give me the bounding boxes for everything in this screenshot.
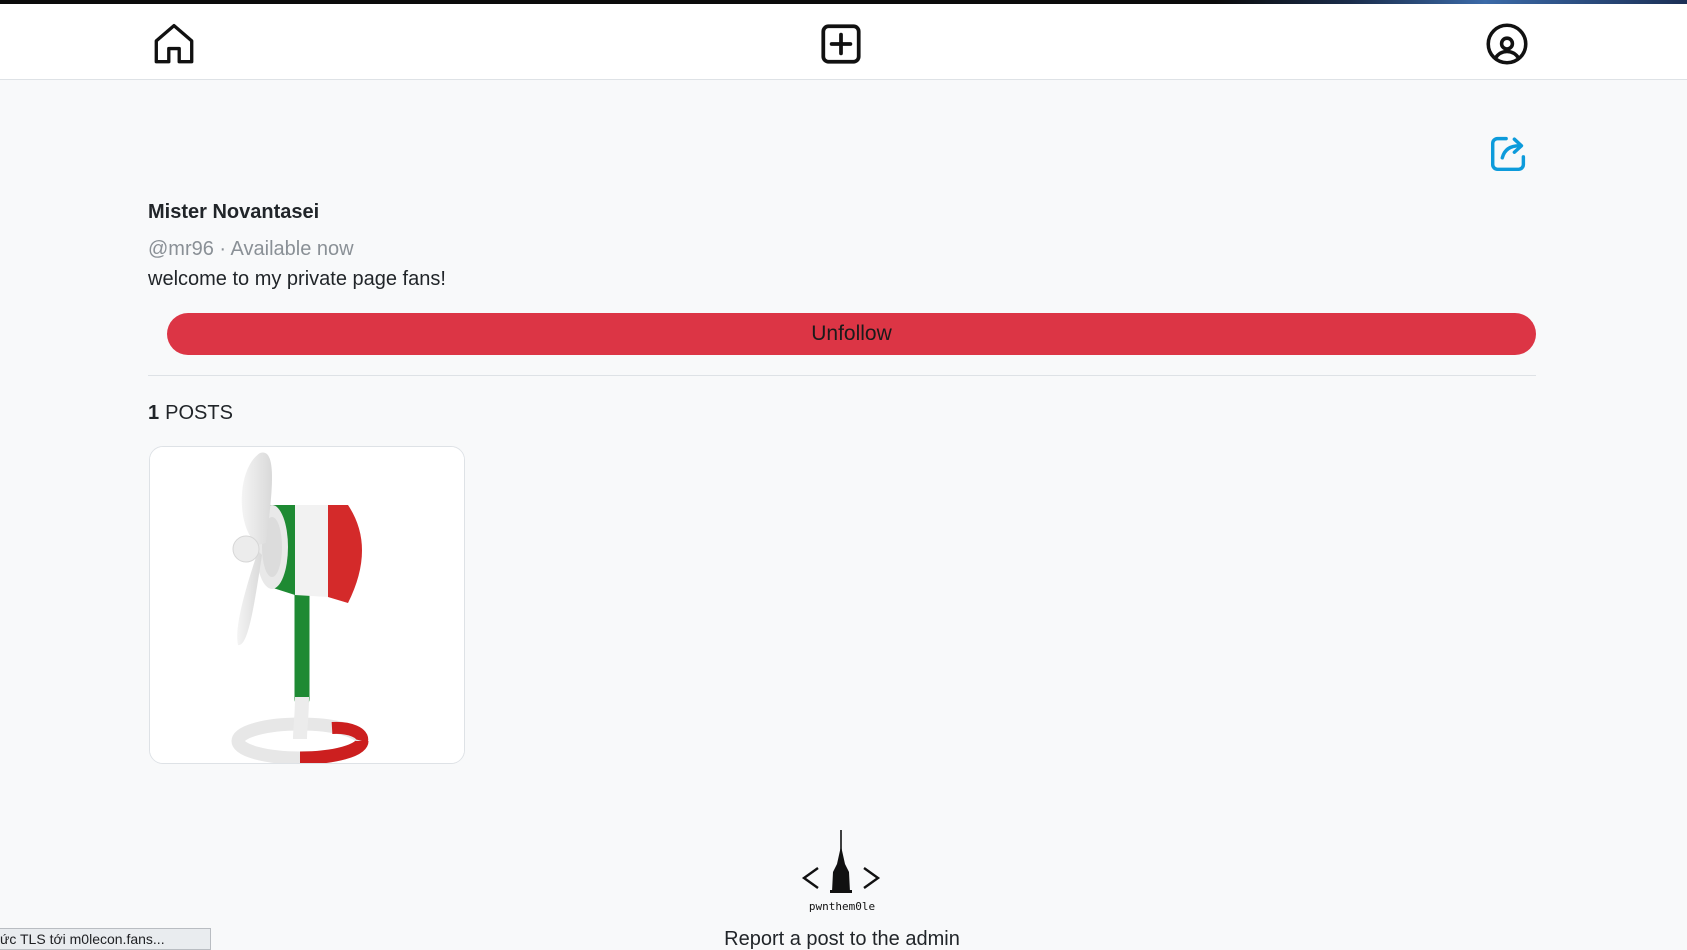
nav-new-post-button[interactable] (815, 18, 867, 70)
logo-image: pwnthem0le (801, 830, 881, 913)
post-thumbnail[interactable] (149, 446, 465, 764)
browser-status-bar: ức TLS tới m0lecon.fans... (0, 928, 211, 950)
profile-name: Mister Novantasei (148, 201, 320, 223)
plus-square-icon (821, 24, 861, 64)
profile-status: Available now (230, 238, 354, 260)
nav-profile-button[interactable] (1481, 18, 1533, 70)
user-circle-icon (1486, 23, 1528, 65)
posts-count: 1 POSTS (148, 402, 233, 425)
profile-bio: welcome to my private page fans! (148, 268, 446, 290)
nav-home-button[interactable] (148, 18, 200, 70)
pwnthem0le-logo: pwnthem0le (798, 828, 886, 914)
profile-handle: @mr96 (148, 238, 214, 260)
meta-separator: · (213, 238, 231, 260)
share-icon (1490, 136, 1526, 172)
logo-text: pwnthem0le (809, 900, 875, 913)
italian-flag-fan-image (150, 447, 464, 763)
posts-count-number: 1 (148, 402, 160, 424)
top-navbar (0, 4, 1687, 80)
posts-count-label: POSTS (165, 402, 233, 424)
unfollow-button[interactable]: Unfollow (167, 313, 1536, 355)
section-divider (148, 375, 1536, 376)
report-post-link[interactable]: Report a post to the admin (700, 928, 984, 950)
profile-meta: @mr96 · Available now (148, 238, 354, 261)
home-icon (154, 24, 194, 64)
share-profile-button[interactable] (1486, 130, 1532, 176)
